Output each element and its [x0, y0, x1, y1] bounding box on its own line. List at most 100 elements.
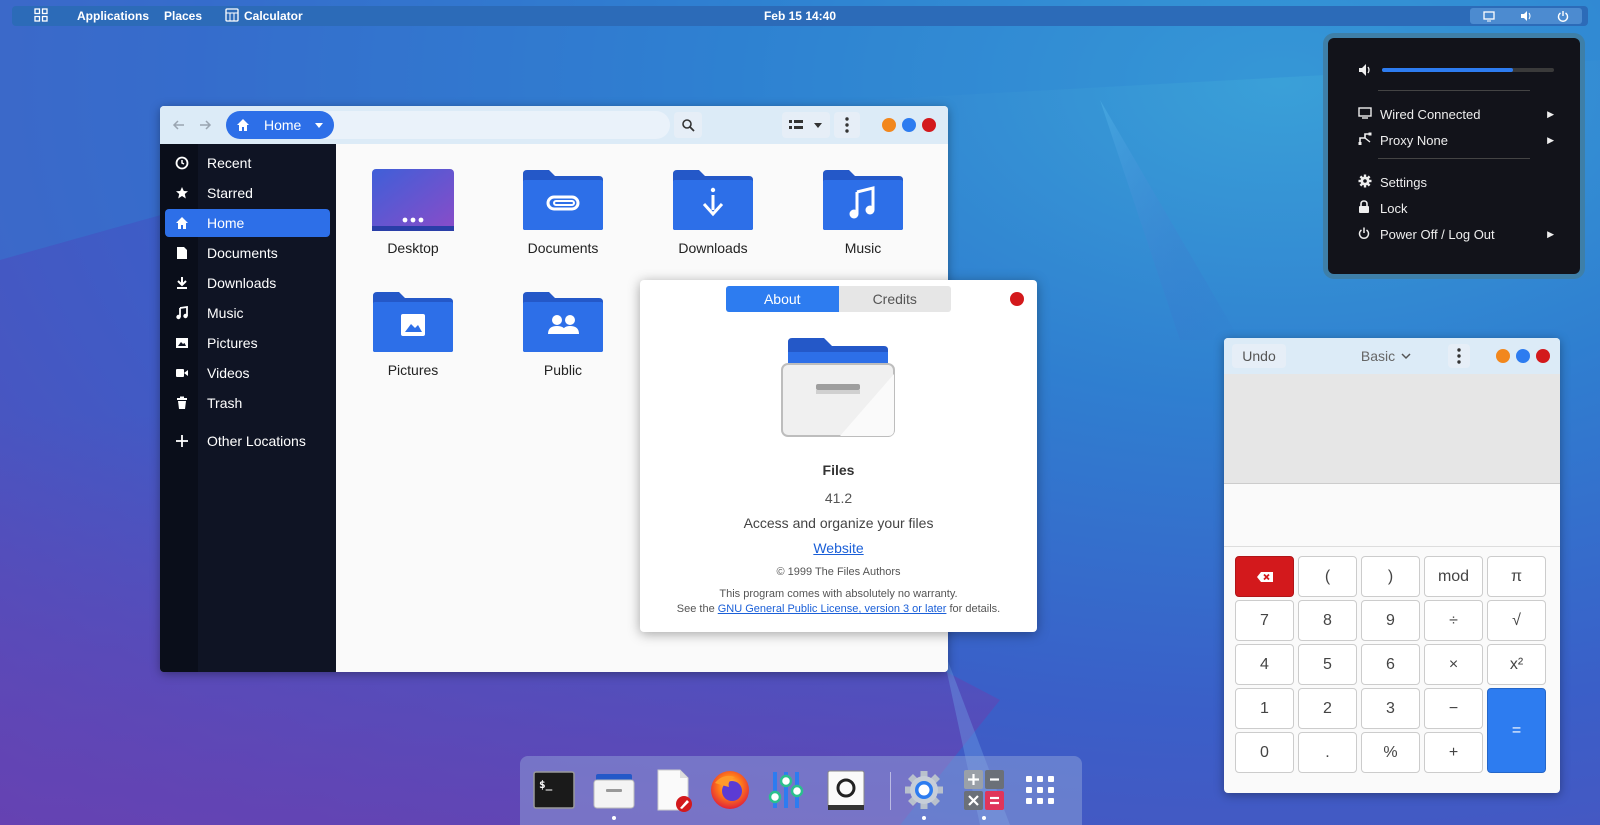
copyright: © 1999 The Files Authors — [776, 566, 901, 578]
search-button[interactable] — [674, 112, 702, 138]
sidebar-item-pictures[interactable]: Pictures — [165, 329, 330, 357]
subtract-key[interactable]: − — [1424, 688, 1483, 729]
public-folder-icon — [523, 292, 603, 352]
dock-text-editor[interactable] — [652, 768, 696, 812]
digit-0-key[interactable]: 0 — [1235, 732, 1294, 773]
forward-button[interactable] — [192, 112, 218, 138]
sidebar-item-trash[interactable]: Trash — [165, 389, 330, 417]
path-home-button[interactable]: Home — [226, 111, 334, 139]
back-button[interactable] — [166, 112, 192, 138]
calc-menu-button[interactable] — [1448, 344, 1470, 368]
kebab-menu-icon — [1457, 348, 1461, 364]
volume-slider[interactable] — [1382, 68, 1554, 72]
desktop-folder-icon — [372, 169, 454, 231]
folder-desktop[interactable]: Desktop — [358, 168, 468, 256]
dock-firefox[interactable] — [708, 768, 752, 812]
sidebar-item-home[interactable]: Home — [165, 209, 330, 237]
folder-documents[interactable]: Documents — [508, 168, 618, 256]
proxy-icon — [1358, 132, 1372, 145]
maximize-button[interactable] — [1516, 349, 1530, 363]
folder-public[interactable]: Public — [508, 290, 618, 378]
menu-item-lock[interactable]: Lock — [1358, 198, 1554, 218]
minimize-button[interactable] — [1496, 349, 1510, 363]
mode-selector[interactable]: Basic — [1354, 344, 1418, 368]
clock-icon — [175, 156, 189, 170]
pi-key[interactable]: π — [1487, 556, 1546, 597]
menu-item-proxy[interactable]: Proxy None ▶ — [1358, 130, 1554, 150]
digit-3-key[interactable]: 3 — [1361, 688, 1420, 729]
calculator-input[interactable] — [1224, 485, 1560, 547]
dock-tweaks[interactable] — [764, 768, 808, 812]
pictures-folder-icon — [373, 292, 453, 352]
dock-calculator[interactable] — [962, 768, 1006, 812]
menu-item-label: Settings — [1380, 174, 1427, 190]
path-bar[interactable]: Home — [226, 111, 670, 139]
sidebar-item-music[interactable]: Music — [165, 299, 330, 327]
sidebar-item-recent[interactable]: Recent — [165, 149, 330, 177]
dock-settings[interactable] — [902, 768, 946, 812]
menu-button[interactable] — [834, 112, 860, 138]
maximize-button[interactable] — [902, 118, 916, 132]
tab-about[interactable]: About — [726, 286, 839, 312]
dock-files[interactable] — [592, 768, 636, 812]
view-options-button[interactable] — [782, 112, 830, 138]
submenu-arrow-icon: ▶ — [1547, 108, 1554, 119]
close-button[interactable] — [1010, 292, 1024, 306]
percent-key[interactable]: % — [1361, 732, 1420, 773]
mod-key[interactable]: mod — [1424, 556, 1483, 597]
close-paren-key[interactable]: ) — [1361, 556, 1420, 597]
sidebar-item-other-locations[interactable]: Other Locations — [165, 427, 330, 455]
digit-8-key[interactable]: 8 — [1298, 600, 1357, 641]
sqrt-key[interactable]: √ — [1487, 600, 1546, 641]
add-key[interactable]: + — [1424, 732, 1483, 773]
equals-key[interactable]: = — [1487, 688, 1546, 773]
open-paren-key[interactable]: ( — [1298, 556, 1357, 597]
decimal-key[interactable]: . — [1298, 732, 1357, 773]
dock-terminal[interactable]: $_ — [532, 768, 576, 812]
sidebar-item-documents[interactable]: Documents — [165, 239, 330, 267]
menu-item-settings[interactable]: Settings — [1358, 172, 1554, 192]
clock[interactable]: Feb 15 14:40 — [12, 9, 1588, 23]
license-link[interactable]: GNU General Public License, version 3 or… — [718, 603, 947, 615]
digit-5-key[interactable]: 5 — [1298, 644, 1357, 685]
digit-9-key[interactable]: 9 — [1361, 600, 1420, 641]
menu-item-power[interactable]: Power Off / Log Out ▶ — [1358, 224, 1554, 244]
divide-key[interactable]: ÷ — [1424, 600, 1483, 641]
running-indicator — [982, 816, 986, 820]
status-area[interactable] — [1470, 8, 1582, 24]
folder-downloads[interactable]: Downloads — [658, 168, 768, 256]
home-icon — [176, 217, 188, 229]
undo-button[interactable]: Undo — [1232, 344, 1286, 368]
dock-app-grid[interactable] — [1018, 768, 1062, 812]
digit-4-key[interactable]: 4 — [1235, 644, 1294, 685]
folder-pictures[interactable]: Pictures — [358, 290, 468, 378]
digit-7-key[interactable]: 7 — [1235, 600, 1294, 641]
digit-6-key[interactable]: 6 — [1361, 644, 1420, 685]
tab-credits[interactable]: Credits — [839, 286, 952, 312]
menu-item-wired[interactable]: Wired Connected ▶ — [1358, 104, 1554, 124]
website-link[interactable]: Website — [640, 540, 1037, 556]
sidebar-item-label: Recent — [207, 155, 252, 171]
about-tab-switcher: About Credits — [726, 286, 951, 312]
square-key[interactable]: x² — [1487, 644, 1546, 685]
backspace-icon — [1256, 571, 1273, 582]
license-line: See the GNU General Public License, vers… — [640, 603, 1037, 615]
close-button[interactable] — [1536, 349, 1550, 363]
digit-1-key[interactable]: 1 — [1235, 688, 1294, 729]
sidebar-item-starred[interactable]: Starred — [165, 179, 330, 207]
minimize-button[interactable] — [882, 118, 896, 132]
digit-2-key[interactable]: 2 — [1298, 688, 1357, 729]
sidebar-item-videos[interactable]: Videos — [165, 359, 330, 387]
volume-icon — [1359, 64, 1370, 76]
sidebar-item-downloads[interactable]: Downloads — [165, 269, 330, 297]
volume-row — [1358, 62, 1554, 78]
file-label: Pictures — [387, 362, 439, 378]
dock-screenshot[interactable] — [824, 768, 868, 812]
multiply-key[interactable]: × — [1424, 644, 1483, 685]
sidebar-item-label: Home — [207, 215, 245, 231]
calculator-history-display — [1224, 374, 1560, 484]
backspace-key[interactable] — [1235, 556, 1294, 597]
file-label: Music — [844, 240, 882, 256]
close-button[interactable] — [922, 118, 936, 132]
folder-music[interactable]: Music — [808, 168, 918, 256]
